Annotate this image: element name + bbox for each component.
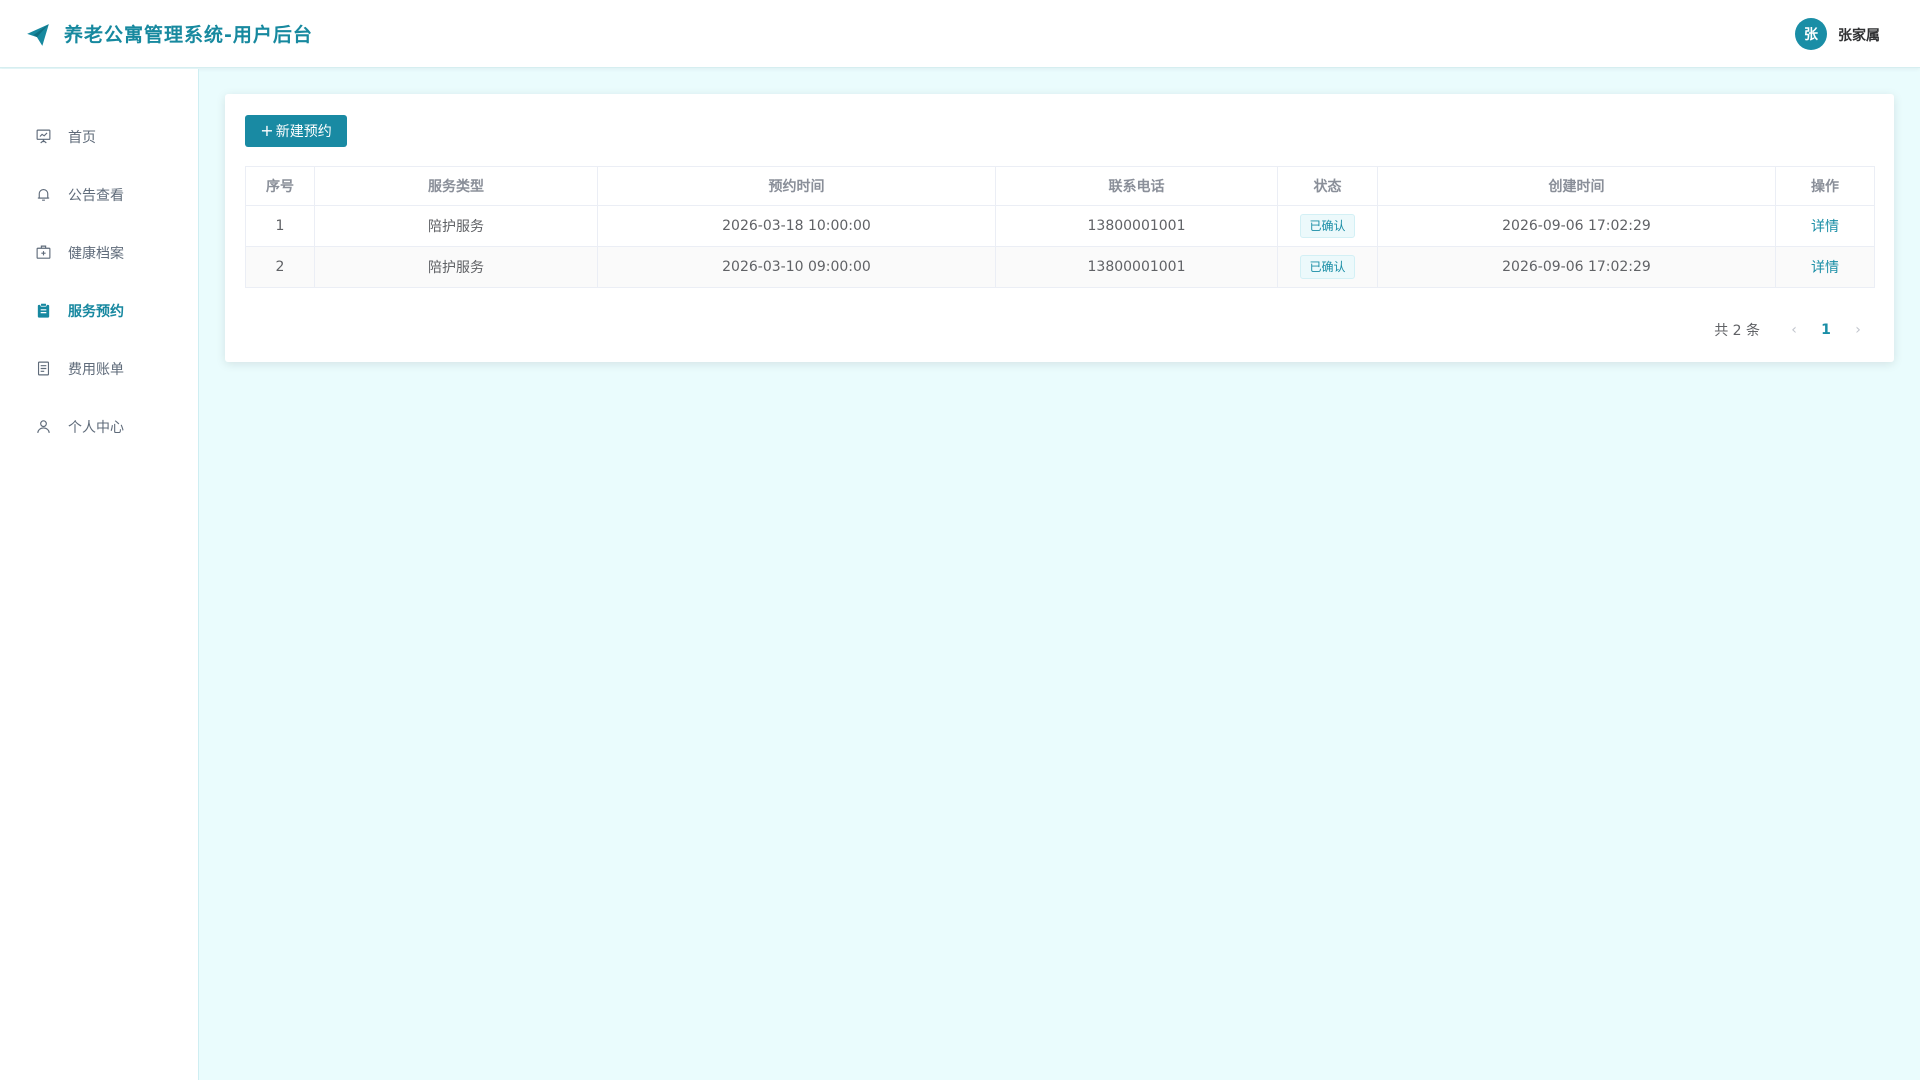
clipboard-icon — [37, 303, 50, 318]
cell-phone: 13800001001 — [995, 205, 1278, 247]
pagination-total: 共 2 条 — [1714, 323, 1760, 339]
sidebar-item-announcements[interactable]: 公告查看 — [0, 174, 198, 214]
sidebar-item-label: 首页 — [68, 130, 96, 146]
user-name[interactable]: 张家属 — [1838, 25, 1880, 45]
status-badge: 已确认 — [1300, 214, 1355, 238]
column-header: 状态 — [1277, 166, 1378, 206]
cell-phone: 13800001001 — [995, 246, 1278, 288]
cell-service-type: 陪护服务 — [314, 205, 598, 247]
cell-action: 详情 — [1775, 246, 1875, 288]
cell-index: 1 — [245, 205, 315, 247]
cell-appointment-time: 2026-03-18 10:00:00 — [597, 205, 996, 247]
sidebar-item-label: 服务预约 — [68, 304, 124, 320]
cell-status: 已确认 — [1277, 246, 1378, 288]
cell-index: 2 — [245, 246, 315, 288]
new-booking-button[interactable]: + 新建预约 — [245, 115, 347, 147]
paper-plane-icon — [27, 24, 49, 46]
column-header: 服务类型 — [314, 166, 598, 206]
sidebar-item-health-records[interactable]: 健康档案 — [0, 232, 198, 272]
sidebar-item-profile[interactable]: 个人中心 — [0, 406, 198, 446]
sidebar-item-label: 健康档案 — [68, 246, 124, 262]
sidebar-item-billing[interactable]: 费用账单 — [0, 348, 198, 388]
detail-link[interactable]: 详情 — [1811, 260, 1839, 276]
booking-card: + 新建预约 序号 服务类型 预约时间 联系电话 状态 创建时间 操作 1 陪护… — [225, 94, 1894, 362]
column-header: 预约时间 — [597, 166, 996, 206]
sidebar-item-service-booking[interactable]: 服务预约 — [0, 290, 198, 330]
app-title: 养老公寓管理系统-用户后台 — [64, 24, 313, 46]
column-header: 创建时间 — [1377, 166, 1776, 206]
detail-link[interactable]: 详情 — [1811, 219, 1839, 235]
plus-icon: + — [260, 121, 274, 140]
booking-table: 序号 服务类型 预约时间 联系电话 状态 创建时间 操作 1 陪护服务 2026… — [245, 166, 1875, 288]
page-number[interactable]: 1 — [1810, 322, 1842, 338]
cell-action: 详情 — [1775, 205, 1875, 247]
cell-status: 已确认 — [1277, 205, 1378, 247]
new-booking-label: 新建预约 — [275, 124, 332, 140]
bell-icon — [37, 188, 50, 201]
top-header: 养老公寓管理系统-用户后台 张 张家属 — [0, 0, 1920, 68]
pagination: 共 2 条 ‹ 1 › — [1714, 316, 1874, 344]
cell-created-at: 2026-09-06 17:02:29 — [1377, 205, 1776, 247]
sidebar: 首页 公告查看 健康档案 服务预约 费用账单 个人中心 — [0, 69, 199, 1080]
table-row: 1 陪护服务 2026-03-18 10:00:00 13800001001 已… — [245, 205, 1875, 247]
next-page-button[interactable]: › — [1842, 322, 1874, 338]
column-header: 序号 — [245, 166, 315, 206]
status-badge: 已确认 — [1300, 255, 1355, 279]
sidebar-item-label: 费用账单 — [68, 362, 124, 378]
cell-service-type: 陪护服务 — [314, 246, 598, 288]
document-icon — [37, 361, 50, 376]
table-row: 2 陪护服务 2026-03-10 09:00:00 13800001001 已… — [245, 246, 1875, 288]
sidebar-item-label: 公告查看 — [68, 188, 124, 204]
sidebar-item-home[interactable]: 首页 — [0, 116, 198, 156]
table-header-row: 序号 服务类型 预约时间 联系电话 状态 创建时间 操作 — [245, 166, 1875, 206]
cell-appointment-time: 2026-03-10 09:00:00 — [597, 246, 996, 288]
column-header: 联系电话 — [995, 166, 1278, 206]
sidebar-item-label: 个人中心 — [68, 420, 124, 436]
avatar[interactable]: 张 — [1795, 18, 1827, 50]
column-header: 操作 — [1775, 166, 1875, 206]
presentation-chart-icon — [36, 129, 51, 144]
medical-box-icon — [36, 245, 51, 259]
cell-created-at: 2026-09-06 17:02:29 — [1377, 246, 1776, 288]
prev-page-button[interactable]: ‹ — [1778, 322, 1810, 338]
user-icon — [37, 420, 50, 433]
